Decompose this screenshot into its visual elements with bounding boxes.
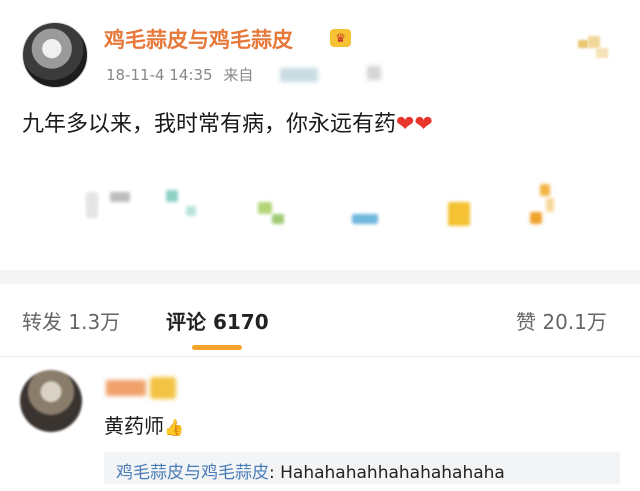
tab-comments-label: 评论 [166, 310, 206, 334]
tab-comments-count: 6170 [212, 310, 269, 334]
post-timestamp: 18-11-4 14:35 来自 [106, 64, 253, 85]
blurred-source-label [280, 68, 318, 82]
blurred-element [86, 192, 98, 218]
comment-text: 黄药师 [104, 414, 164, 438]
blurred-element [448, 202, 470, 226]
post-author-name[interactable]: 鸡毛蒜皮与鸡毛蒜皮 [104, 24, 293, 54]
blurred-element [110, 192, 130, 202]
post-time-value: 18-11-4 14:35 [106, 66, 213, 84]
section-divider [0, 270, 640, 284]
blurred-commenter-name [106, 380, 146, 396]
blurred-element [352, 214, 378, 224]
tab-likes[interactable]: 赞 20.1万 [516, 306, 607, 335]
blurred-media-strip [0, 170, 640, 240]
tab-reposts-label: 转发 [22, 310, 62, 334]
blurred-element [258, 202, 272, 214]
post-source-prefix: 来自 [223, 66, 254, 84]
active-tab-indicator [192, 345, 242, 350]
tab-reposts[interactable]: 转发 1.3万 [22, 306, 120, 335]
reply-preview-text: 鸡毛蒜皮与鸡毛蒜皮: Hahahahahhahahahahaha [116, 458, 596, 483]
thumbs-up-icon: 👍 [164, 418, 184, 437]
reply-author[interactable]: 鸡毛蒜皮与鸡毛蒜皮 [116, 463, 269, 483]
more-menu-icon[interactable] [576, 36, 612, 62]
blurred-source-mark [367, 66, 381, 80]
blurred-element [166, 190, 178, 202]
tab-reposts-count: 1.3万 [68, 310, 121, 334]
blurred-commenter-badge [150, 377, 176, 399]
heart-icon: ❤❤ [396, 112, 433, 137]
reply-text: Hahahahahhahahahahaha [274, 463, 505, 483]
post-content: 九年多以来，我时常有病，你永远有药❤❤ [22, 106, 433, 138]
blurred-element [272, 214, 284, 224]
crown-icon: ♛ [330, 29, 351, 47]
commenter-avatar[interactable] [20, 370, 82, 432]
post-text: 九年多以来，我时常有病，你永远有药 [22, 112, 397, 137]
comment-content: 黄药师👍 [104, 410, 184, 439]
blurred-element [186, 206, 196, 216]
blurred-element [546, 198, 554, 212]
blurred-element [530, 212, 542, 224]
author-avatar[interactable] [22, 22, 88, 88]
tab-likes-count: 20.1万 [542, 310, 607, 334]
tab-separator [0, 356, 640, 357]
blurred-element [540, 184, 550, 196]
tab-likes-label: 赞 [516, 310, 536, 334]
tab-comments[interactable]: 评论 6170 [166, 306, 269, 335]
